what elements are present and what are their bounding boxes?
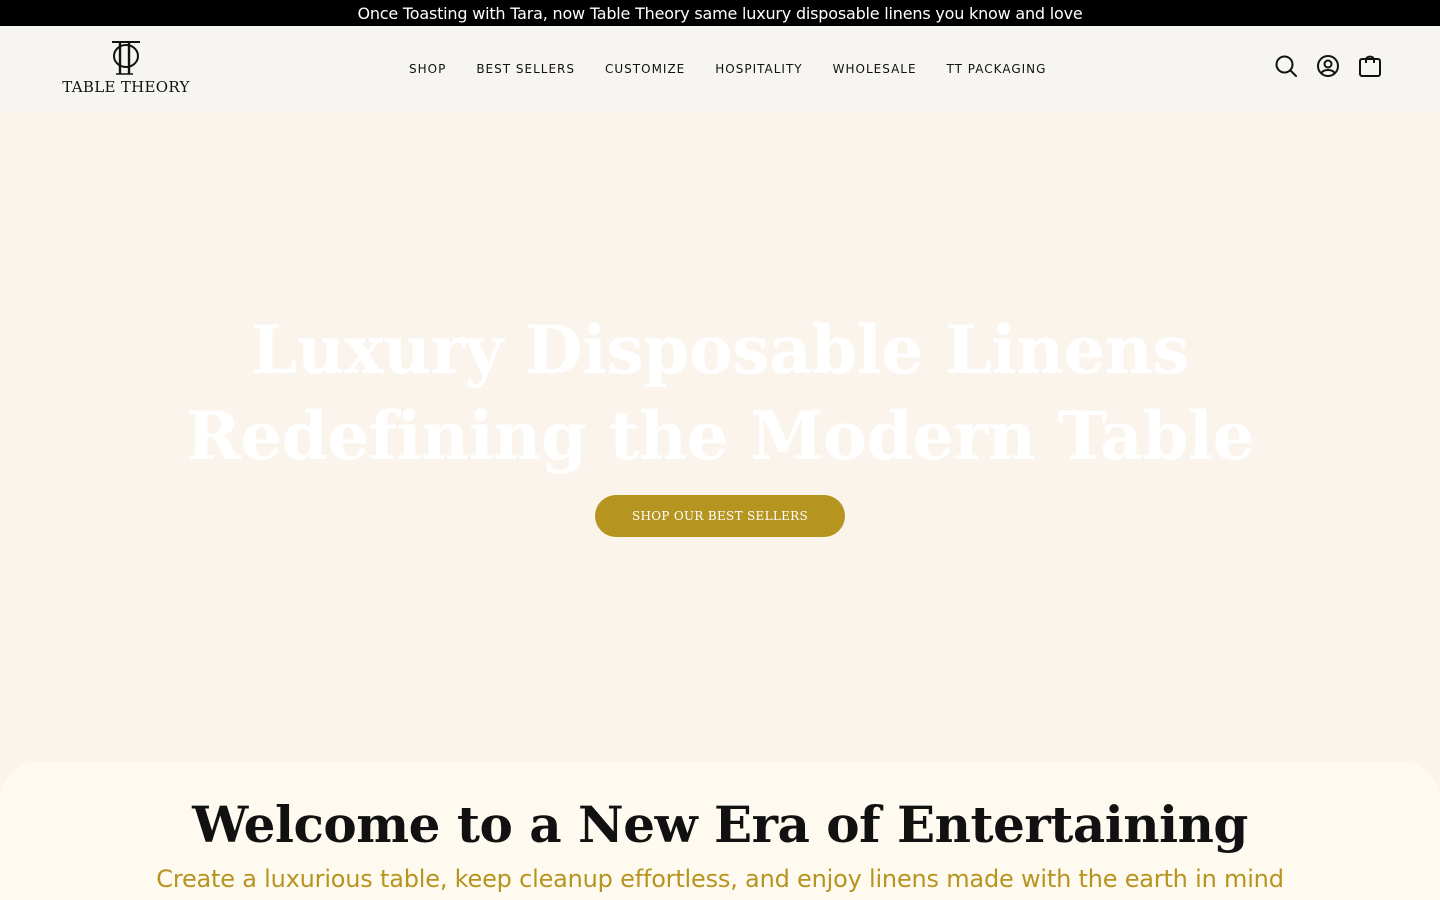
welcome-subtitle: Create a luxurious table, keep cleanup e… — [156, 865, 1284, 893]
logo[interactable]: TABLE THEORY — [60, 40, 192, 98]
account-button[interactable] — [1316, 54, 1340, 78]
nav-customize[interactable]: CUSTOMIZE — [590, 62, 700, 76]
announcement-text: Once Toasting with Tara, now Table Theor… — [357, 3, 1083, 23]
nav-tt-packaging[interactable]: TT PACKAGING — [932, 62, 1062, 76]
welcome-title: Welcome to a New Era of Entertaining — [192, 795, 1248, 854]
nav-wholesale[interactable]: WHOLESALE — [818, 62, 932, 76]
hero-section: Luxury Disposable Linens Redefining the … — [0, 112, 1440, 772]
tt-monogram-icon — [112, 41, 140, 75]
nav-best-sellers[interactable]: BEST SELLERS — [461, 62, 590, 76]
account-icon — [1317, 55, 1339, 77]
announcement-bar: Once Toasting with Tara, now Table Theor… — [0, 0, 1440, 26]
header-icons — [1274, 54, 1382, 78]
main-nav: SHOP BEST SELLERS CUSTOMIZE HOSPITALITY … — [394, 26, 1061, 112]
cart-icon — [1359, 55, 1381, 77]
site-header: TABLE THEORY SHOP BEST SELLERS CUSTOMIZE… — [0, 26, 1440, 112]
hero-title-line-1: Luxury Disposable Linens — [250, 311, 1190, 389]
logo-text: TABLE THEORY — [62, 78, 190, 96]
nav-hospitality[interactable]: HOSPITALITY — [700, 62, 817, 76]
hero-title: Luxury Disposable Linens Redefining the … — [0, 307, 1440, 479]
search-button[interactable] — [1274, 54, 1298, 78]
welcome-section: Welcome to a New Era of Entertaining Cre… — [0, 761, 1440, 900]
cart-button[interactable] — [1358, 54, 1382, 78]
search-icon — [1275, 55, 1297, 77]
shop-best-sellers-button[interactable]: SHOP OUR BEST SELLERS — [595, 495, 845, 537]
nav-shop[interactable]: SHOP — [394, 62, 461, 76]
hero-title-line-2: Redefining the Modern Table — [185, 397, 1255, 475]
